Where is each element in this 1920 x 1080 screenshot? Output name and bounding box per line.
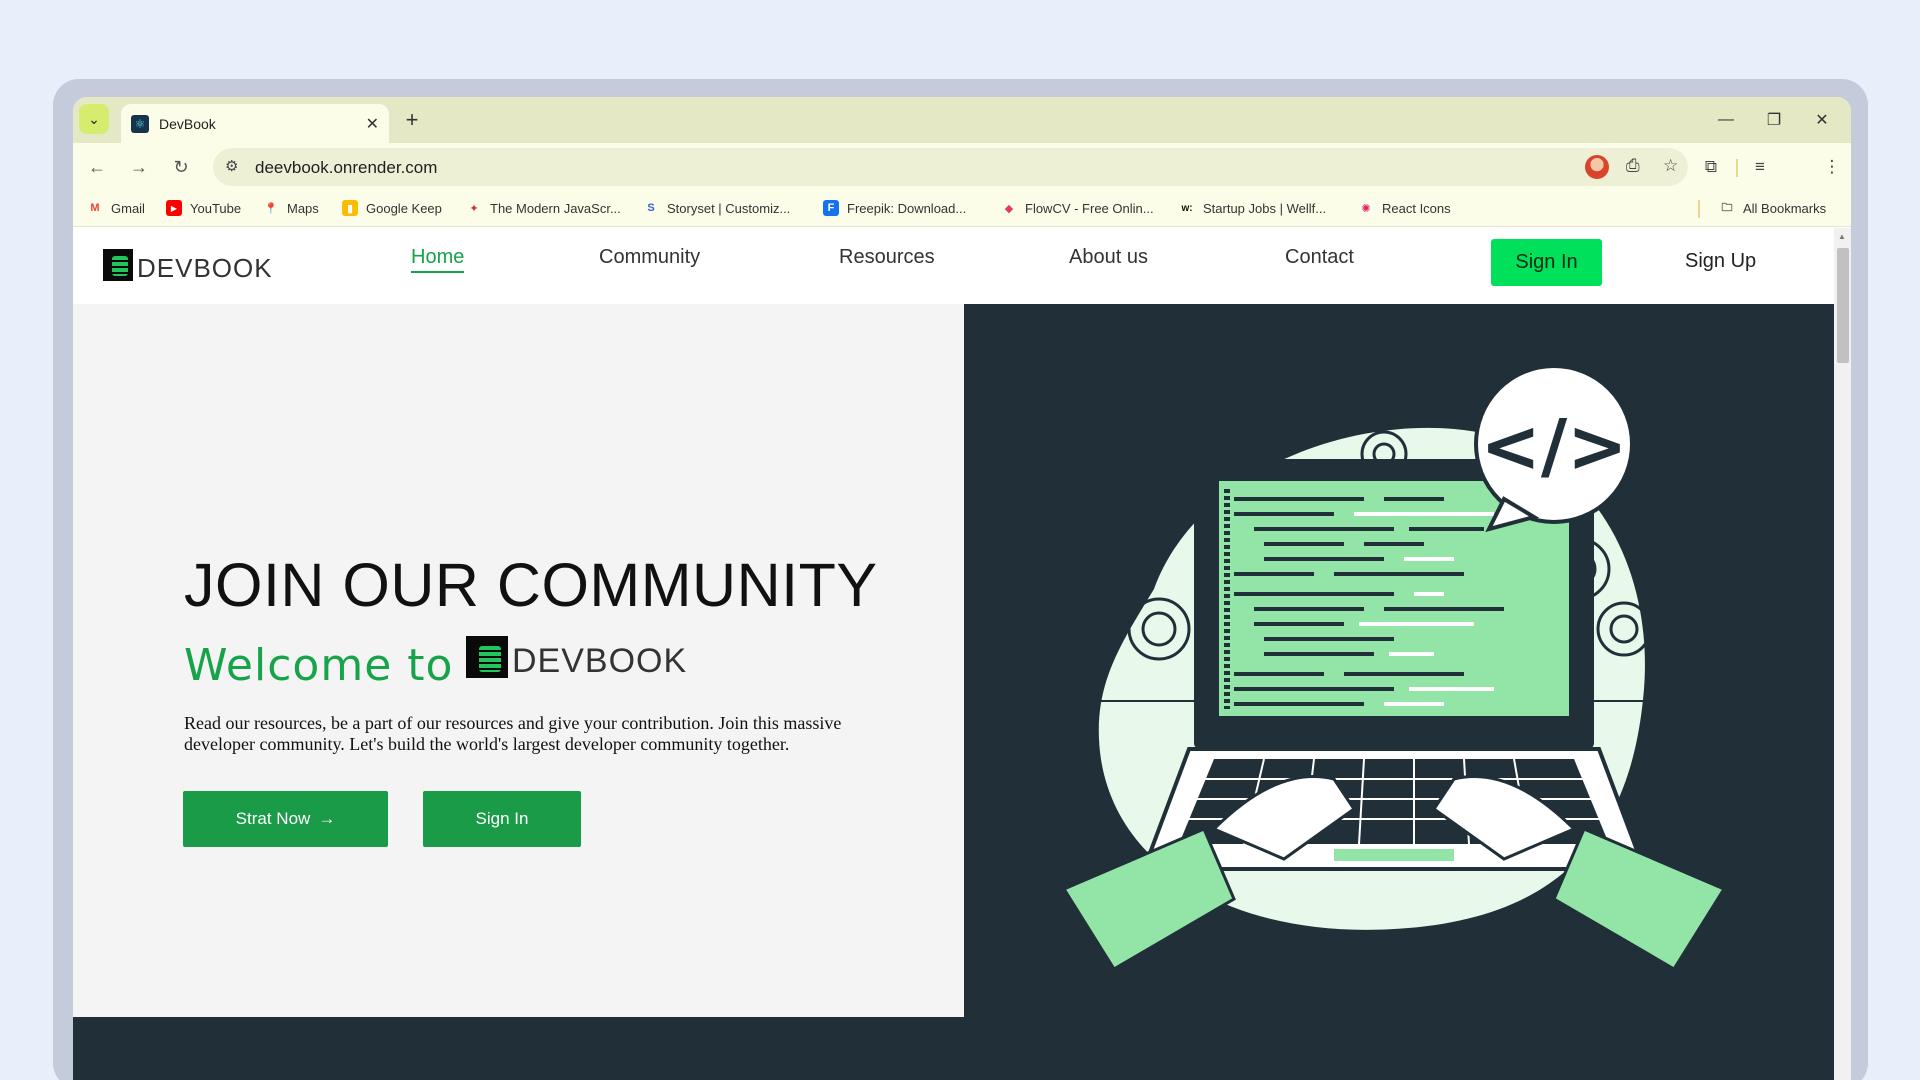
react-favicon-icon: ⚛	[131, 114, 149, 133]
freepik-icon: F	[823, 200, 839, 216]
address-bar[interactable]: ⚙ deevbook.onrender.com ⎙ ☆	[213, 148, 1688, 186]
browser-toolbar: ← → ↻ ⚙ deevbook.onrender.com ⎙ ☆ ⧉ ≡ ⋮	[73, 143, 1851, 191]
menu-dots-icon[interactable]: ⋮	[1818, 153, 1846, 181]
bookmark-javascript-info[interactable]: ✦ The Modern JavaScr...	[466, 200, 620, 216]
hero-logo-text: DEVBOOK	[512, 642, 688, 680]
new-tab-button[interactable]: +	[399, 107, 425, 133]
tab-strip: ⌄ ⚛ DevBook ✕ + — ❐ ✕	[73, 97, 1851, 143]
hero-description: Read our resources, be a part of our res…	[184, 713, 842, 754]
nav-community[interactable]: Community	[599, 246, 700, 269]
reload-icon[interactable]: ↻	[167, 153, 195, 181]
url-text[interactable]: deevbook.onrender.com	[255, 158, 437, 178]
flowcv-icon: ◆	[1004, 202, 1014, 215]
folder-icon: 🗀	[1721, 201, 1733, 214]
media-controls-icon[interactable]: ≡	[1746, 153, 1774, 181]
site-header: DEVBOOK Home Community Resources About u…	[73, 228, 1834, 304]
restore-button[interactable]: ❐	[1754, 105, 1794, 135]
footer-band	[73, 1017, 1834, 1080]
close-icon[interactable]: ✕	[366, 114, 379, 134]
install-app-icon[interactable]: ⎙	[1626, 156, 1640, 176]
hero-devbook-logo: DEVBOOK	[466, 636, 687, 678]
javascript-info-icon: ✦	[469, 202, 479, 215]
forward-arrow-icon[interactable]: →	[125, 153, 153, 181]
devbook-logo[interactable]: DEVBOOK	[103, 249, 273, 281]
youtube-icon: ▶	[166, 200, 182, 216]
bookmark-maps[interactable]: 📍 Maps	[263, 200, 319, 216]
header-sign-in-button[interactable]: Sign In	[1491, 239, 1602, 286]
bookmark-storyset[interactable]: S Storyset | Customiz...	[643, 200, 790, 216]
nav-home[interactable]: Home	[411, 246, 465, 273]
gmail-icon: M	[90, 202, 100, 214]
bookmark-youtube[interactable]: ▶ YouTube	[166, 200, 241, 216]
minimize-button[interactable]: —	[1706, 105, 1746, 135]
back-arrow-icon[interactable]: ←	[83, 153, 111, 181]
bookmark-freepik[interactable]: F Freepik: Download...	[823, 200, 966, 216]
hero-illustration-panel: </>	[964, 304, 1834, 1017]
keep-icon: ▮	[342, 200, 358, 216]
hero-title: JOIN OUR COMMUNITY	[184, 551, 878, 619]
start-now-button[interactable]: Strat Now →	[183, 791, 388, 847]
scroll-thumb[interactable]	[1837, 248, 1849, 363]
logo-text: DEVBOOK	[137, 253, 273, 283]
site-info-icon[interactable]: ⚙	[225, 157, 238, 175]
extensions-icon[interactable]: ⧉	[1697, 153, 1725, 181]
storyset-icon: S	[647, 202, 655, 214]
all-bookmarks-folder[interactable]: 🗀 All Bookmarks	[1719, 200, 1827, 216]
page-scrollbar[interactable]: ▲	[1834, 228, 1851, 1080]
svg-text:</>: </>	[1481, 404, 1628, 488]
book-stack-icon	[103, 249, 133, 281]
page-viewport: DEVBOOK Home Community Resources About u…	[73, 228, 1834, 1080]
profile-avatar[interactable]	[1585, 155, 1609, 179]
hero-welcome: Welcome to	[184, 640, 454, 691]
bookmark-flowcv[interactable]: ◆ FlowCV - Free Onlin...	[1001, 200, 1154, 216]
bookmark-gmail[interactable]: M Gmail	[87, 200, 145, 216]
nav-about-us[interactable]: About us	[1069, 246, 1148, 269]
nav-contact[interactable]: Contact	[1285, 246, 1354, 269]
book-stack-icon	[466, 636, 508, 678]
arrow-right-icon: →	[318, 809, 336, 828]
start-now-label: Strat Now	[235, 809, 311, 828]
scroll-up-icon[interactable]: ▲	[1838, 232, 1846, 241]
bookmarks-divider	[1698, 200, 1700, 218]
bookmark-react-icons[interactable]: ✺ React Icons	[1358, 200, 1450, 216]
bookmark-google-keep[interactable]: ▮ Google Keep	[342, 200, 442, 216]
wellfound-icon: w:	[1181, 202, 1193, 214]
tab-devbook[interactable]: ⚛ DevBook ✕	[121, 104, 389, 143]
toolbar-divider	[1736, 159, 1738, 177]
close-window-button[interactable]: ✕	[1802, 105, 1842, 135]
maps-pin-icon: 📍	[264, 202, 278, 215]
bookmarks-bar: M Gmail ▶ YouTube 📍 Maps ▮ Google Keep ✦ The …	[73, 191, 1851, 227]
react-icons-icon: ✺	[1361, 202, 1371, 215]
hero-text-panel: JOIN OUR COMMUNITY Welcome to DEVBOOK Re…	[73, 304, 964, 1017]
tab-title: DevBook	[159, 115, 216, 132]
hero-sign-in-button[interactable]: Sign In	[423, 791, 581, 847]
chevron-down-icon: ⌄	[88, 110, 100, 127]
developer-laptop-illustration: </>	[1064, 364, 1724, 969]
nav-resources[interactable]: Resources	[839, 246, 935, 269]
header-sign-up-button[interactable]: Sign Up	[1685, 250, 1756, 273]
tab-search-button[interactable]: ⌄	[79, 104, 109, 134]
bookmark-wellfound[interactable]: w: Startup Jobs | Wellf...	[1179, 200, 1326, 216]
star-icon[interactable]: ☆	[1663, 156, 1678, 176]
browser-window: ⌄ ⚛ DevBook ✕ + — ❐ ✕ ← → ↻ ⚙ deevbook.o…	[73, 97, 1851, 1080]
